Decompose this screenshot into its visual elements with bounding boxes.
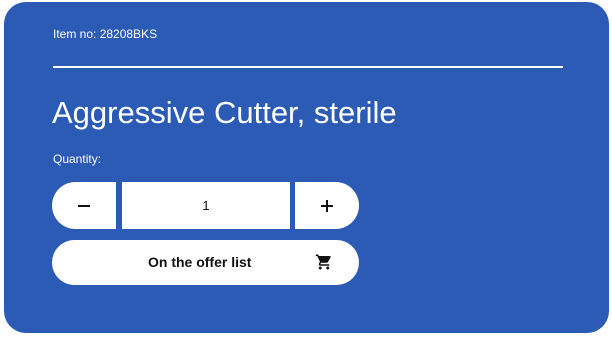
product-title: Aggressive Cutter, sterile [52,95,397,130]
divider [53,66,563,68]
quantity-label: Quantity: [53,152,102,166]
offer-button-label: On the offer list [148,254,252,270]
quantity-input[interactable] [122,182,290,229]
decrease-quantity-button[interactable] [52,182,116,229]
minus-icon [78,204,90,207]
add-to-offer-list-button[interactable]: On the offer list [52,240,359,285]
increase-quantity-button[interactable] [295,182,359,229]
cart-icon [315,254,331,270]
plus-icon [321,199,333,212]
item-number: Item no: 28208BKS [53,27,158,41]
product-card: Item no: 28208BKS Aggressive Cutter, ste… [4,2,609,333]
